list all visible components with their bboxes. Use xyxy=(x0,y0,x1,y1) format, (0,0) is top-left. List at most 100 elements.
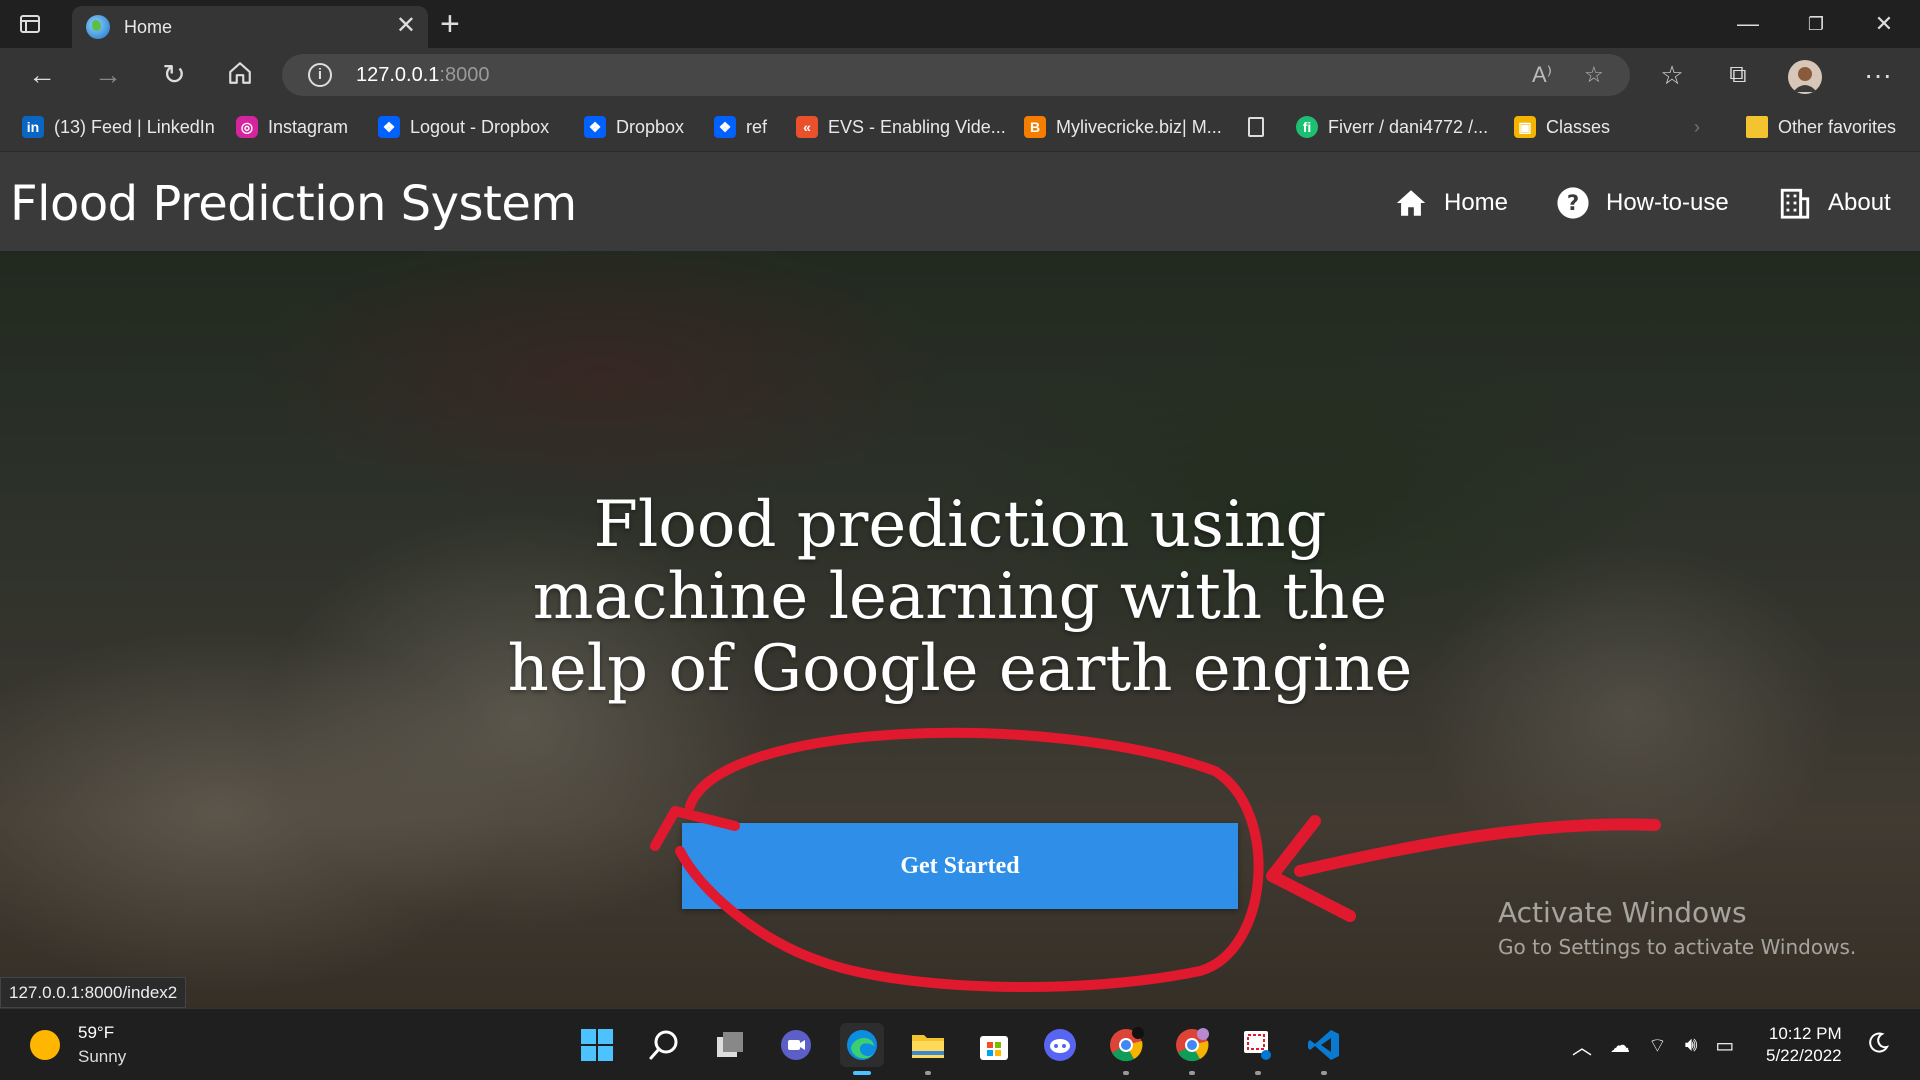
clock-date: 5/22/2022 xyxy=(1766,1046,1842,1065)
discord-icon xyxy=(1044,1029,1076,1061)
moon-icon xyxy=(1869,1032,1890,1053)
chrome-icon xyxy=(1110,1027,1144,1062)
store-icon xyxy=(980,1036,1008,1060)
tab-actions-icon[interactable] xyxy=(18,12,42,36)
chrome-profile-icon xyxy=(1176,1028,1209,1062)
windows-taskbar: 59°F Sunny ︿ ☁ ⌔ 🔊︎ ▭ 10:12 PM 5/22/2022 xyxy=(0,1008,1920,1080)
sun-icon xyxy=(30,1030,60,1060)
add-favorite-icon[interactable]: ☆ xyxy=(1584,62,1604,88)
taskbar-clock[interactable]: 10:12 PM 5/22/2022 xyxy=(1766,1023,1842,1067)
favorite-evs[interactable]: «EVS - Enabling Vide... xyxy=(796,114,1006,140)
nav-how-to-use[interactable]: ? How-to-use xyxy=(1556,186,1729,220)
store-button[interactable] xyxy=(972,1023,1016,1067)
url-text[interactable]: 127.0.0.1:8000 xyxy=(356,64,489,87)
weather-temperature: 59°F xyxy=(78,1023,115,1042)
question-circle-icon: ? xyxy=(1557,187,1589,219)
avatar-icon xyxy=(1788,60,1822,94)
instagram-icon: ◎ xyxy=(236,116,258,138)
linkedin-icon: in xyxy=(22,116,44,138)
close-tab-icon[interactable]: ✕ xyxy=(396,14,416,38)
watermark-title: Activate Windows xyxy=(1498,896,1747,929)
back-button[interactable]: ← xyxy=(26,60,58,92)
fiverr-icon: fi xyxy=(1296,116,1318,138)
chrome-button[interactable] xyxy=(1104,1023,1148,1075)
volume-icon[interactable]: 🔊︎ xyxy=(1685,1034,1698,1057)
forward-button[interactable]: → xyxy=(92,60,124,92)
new-tab-button[interactable]: + xyxy=(440,6,460,42)
taskbar-search-button[interactable] xyxy=(642,1023,686,1067)
get-started-button[interactable]: Get Started xyxy=(682,823,1238,909)
restore-button[interactable]: ❐ xyxy=(1802,10,1830,38)
profile-avatar[interactable] xyxy=(1788,60,1822,94)
refresh-button[interactable]: ↻ xyxy=(158,60,190,92)
battery-icon[interactable]: ▭ xyxy=(1715,1033,1734,1058)
focus-assist-moon-icon[interactable] xyxy=(1860,1025,1896,1061)
building-icon xyxy=(1780,188,1810,219)
favorite-mylivecricke[interactable]: B Mylivecricke.biz| M... xyxy=(1024,114,1222,140)
blogger-icon: B xyxy=(1024,116,1046,138)
show-hidden-icons-chevron-icon[interactable]: ︿ xyxy=(1572,1031,1592,1060)
task-view-icon xyxy=(717,1032,743,1057)
more-menu-icon[interactable]: ··· xyxy=(1862,60,1894,92)
nav-home-label: Home xyxy=(1444,189,1509,216)
wifi-icon[interactable]: ⌔ xyxy=(1648,1033,1667,1058)
activate-windows-watermark: Activate Windows Go to Settings to activ… xyxy=(1498,896,1856,959)
vscode-button[interactable] xyxy=(1302,1023,1346,1075)
favorite-instagram[interactable]: ◎ Instagram xyxy=(236,114,348,140)
task-view-button[interactable] xyxy=(708,1023,752,1067)
read-aloud-icon[interactable]: A⁾ xyxy=(1532,62,1552,88)
watermark-subtitle: Go to Settings to activate Windows. xyxy=(1498,935,1857,959)
page-icon xyxy=(1248,117,1264,137)
edge-taskbar-button[interactable] xyxy=(840,1023,884,1075)
home-icon xyxy=(1396,190,1426,216)
home-button[interactable] xyxy=(224,60,256,92)
edge-icon xyxy=(847,1030,877,1060)
teams-chat-icon xyxy=(781,1030,811,1060)
site-brand[interactable]: Flood Prediction System xyxy=(10,176,577,232)
nav-about[interactable]: About xyxy=(1778,186,1891,220)
start-button[interactable] xyxy=(575,1023,619,1067)
clock-time: 10:12 PM xyxy=(1768,1024,1842,1043)
close-window-button[interactable]: ✕ xyxy=(1870,10,1898,38)
browser-tab[interactable]: Home ✕ xyxy=(72,6,428,48)
file-explorer-button[interactable] xyxy=(906,1023,950,1075)
dropbox-icon: ❖ xyxy=(714,116,736,138)
dropbox-icon: ❖ xyxy=(378,116,400,138)
onedrive-icon[interactable]: ☁ xyxy=(1610,1033,1630,1058)
favorite-dropbox[interactable]: ❖ Dropbox xyxy=(584,114,684,140)
favorites-bar: in (13) Feed | LinkedIn ◎ Instagram ❖ Logou… xyxy=(0,102,1920,152)
site-info-icon[interactable]: i xyxy=(308,63,332,87)
hero-headline: Flood prediction using machine learning … xyxy=(507,488,1413,706)
favorite-logout-dropbox[interactable]: ❖ Logout - Dropbox xyxy=(378,114,549,140)
nav-about-label: About xyxy=(1828,189,1891,216)
browser-toolbar: ← → ↻ i 127.0.0.1:8000 A⁾ ☆ ☆ ⧉ ··· xyxy=(0,48,1920,102)
home-outline-icon xyxy=(229,62,251,84)
system-tray: ︿ ☁ ⌔ 🔊︎ ▭ xyxy=(1572,1031,1734,1060)
snipping-tool-icon xyxy=(1244,1031,1271,1060)
classroom-icon: ▣ xyxy=(1514,116,1536,138)
nav-home[interactable]: Home xyxy=(1394,186,1508,220)
favorites-overflow-chevron-icon[interactable]: › xyxy=(1694,114,1700,140)
site-navbar: Flood Prediction System Home ? How-to-us… xyxy=(0,152,1920,251)
weather-widget[interactable]: 59°F Sunny xyxy=(30,1023,126,1067)
start-icon xyxy=(581,1029,613,1061)
favorite-linkedin[interactable]: in (13) Feed | LinkedIn xyxy=(22,114,215,140)
snipping-tool-button[interactable] xyxy=(1236,1023,1280,1075)
favorite-fiverr[interactable]: fi Fiverr / dani4772 /... xyxy=(1296,114,1488,140)
nav-how-to-use-label: How-to-use xyxy=(1606,189,1729,216)
favorites-icon[interactable]: ☆ xyxy=(1656,60,1688,92)
favorite-page[interactable] xyxy=(1248,114,1274,140)
tab-title: Home xyxy=(124,16,173,37)
chrome-profile-button[interactable] xyxy=(1170,1023,1214,1075)
hero-section: Flood prediction using machine learning … xyxy=(0,251,1920,1008)
teams-chat-button[interactable] xyxy=(774,1023,818,1067)
favorite-classes[interactable]: ▣ Classes xyxy=(1514,114,1610,140)
collections-icon[interactable]: ⧉ xyxy=(1722,60,1754,92)
other-favorites-folder[interactable]: Other favorites xyxy=(1746,114,1896,140)
discord-button[interactable] xyxy=(1038,1023,1082,1067)
favorite-ref[interactable]: ❖ ref xyxy=(714,114,767,140)
address-bar[interactable]: i 127.0.0.1:8000 A⁾ ☆ xyxy=(282,54,1630,96)
minimize-button[interactable]: — xyxy=(1734,10,1762,38)
status-bar-url: 127.0.0.1:8000/index2 xyxy=(0,977,187,1008)
vscode-icon xyxy=(1308,1030,1339,1060)
